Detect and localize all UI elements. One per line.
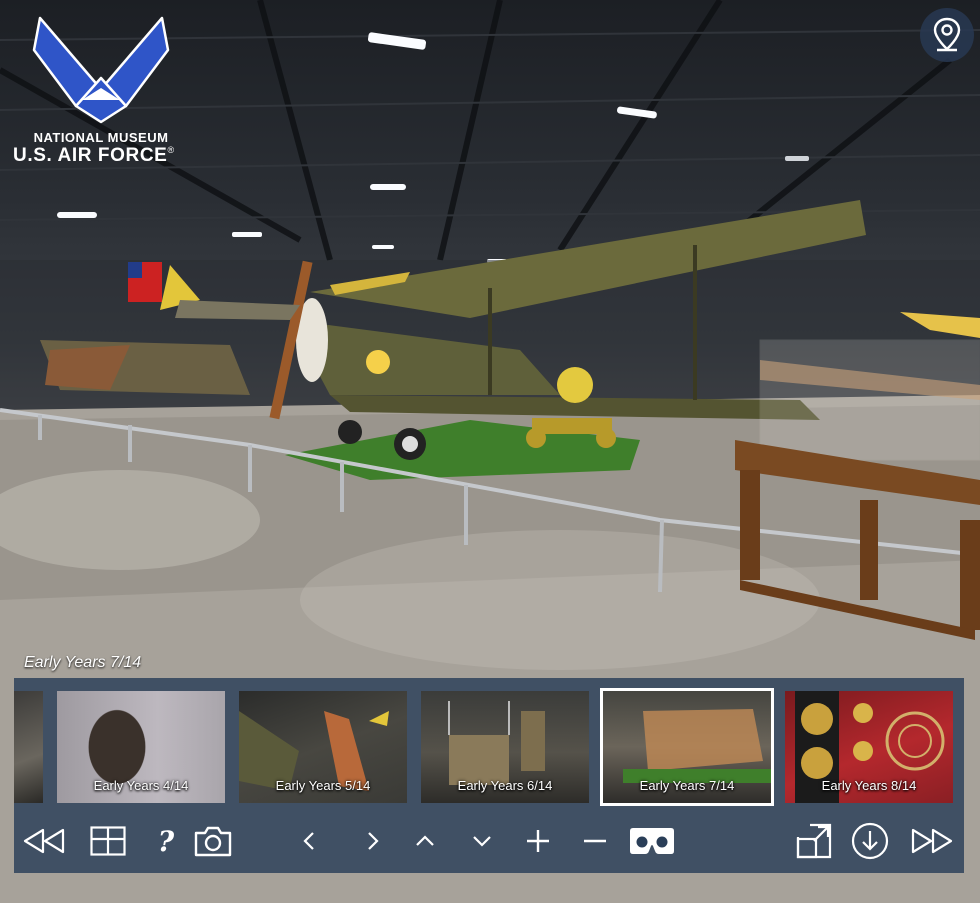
vr-headset-icon (630, 828, 674, 854)
map-pin-button[interactable] (920, 8, 974, 62)
thumbnail-early-years-5[interactable]: Early Years 5/14 (239, 691, 407, 803)
pan-left-button[interactable] (298, 818, 320, 864)
camera-button[interactable] (192, 818, 234, 864)
brand-line-1: NATIONAL MUSEUM (33, 130, 169, 145)
chevron-up-icon (416, 835, 434, 846)
current-scene-caption: Early Years 7/14 (24, 654, 142, 671)
zoom-out-button[interactable] (580, 818, 610, 864)
chevron-right-icon (368, 832, 379, 850)
air-force-wings-icon (32, 16, 170, 124)
thumbnail-label: Early Years 6/14 (457, 778, 553, 793)
download-button[interactable] (850, 818, 890, 864)
thumbnail-label: Early Years 4/14 (93, 778, 189, 793)
rewind-button[interactable] (20, 818, 66, 864)
rewind-icon (23, 828, 65, 854)
museum-logo: NATIONAL MUSEUM U.S. AIR FORCE® (10, 14, 210, 166)
thumbnail-label: Early Years 5/14 (275, 778, 371, 793)
chevron-down-icon (473, 836, 491, 847)
thumbnail-early-years-8[interactable]: Early Years 8/14 (785, 691, 953, 803)
zoom-in-button[interactable] (523, 818, 553, 864)
brand-line-2: U.S. AIR FORCE® (10, 145, 210, 167)
chevron-left-icon (303, 832, 314, 850)
minus-icon (584, 839, 606, 843)
help-button[interactable]: ? (152, 818, 180, 864)
fast-forward-icon (911, 828, 953, 854)
fullscreen-icon (796, 823, 832, 859)
thumbnail-early-years-7[interactable]: Early Years 7/14 (600, 688, 774, 806)
thumbnail-early-years-4[interactable]: Early Years 4/14 (57, 691, 225, 803)
grid-icon (90, 826, 126, 856)
pan-down-button[interactable] (469, 818, 495, 864)
thumbnail-early-years-6[interactable]: Early Years 6/14 (421, 691, 589, 803)
fast-forward-button[interactable] (910, 818, 956, 864)
vr-mode-button[interactable] (628, 818, 676, 864)
help-icon: ? (157, 824, 175, 858)
thumbnail-partial[interactable] (14, 691, 43, 803)
tour-bar: Early Years 4/14 Early Years 5/14 Early … (14, 678, 964, 873)
camera-icon (194, 826, 232, 857)
download-icon (851, 822, 889, 860)
thumbnail-label: Early Years 7/14 (639, 778, 735, 793)
panorama-viewer[interactable]: NATIONAL MUSEUM U.S. AIR FORCE® Early Ye… (0, 0, 980, 903)
fullscreen-button[interactable] (794, 818, 834, 864)
pan-up-button[interactable] (412, 818, 438, 864)
brand-line-2-text: U.S. AIR FORCE (13, 145, 168, 166)
registered-mark: ® (167, 145, 175, 155)
thumbnail-strip[interactable]: Early Years 4/14 Early Years 5/14 Early … (14, 688, 964, 806)
thumbnail-label: Early Years 8/14 (821, 778, 917, 793)
pan-right-button[interactable] (362, 818, 384, 864)
grid-button[interactable] (88, 818, 128, 864)
plus-icon (527, 830, 549, 852)
map-pin-icon (933, 17, 961, 52)
controls-bar: ? (14, 818, 964, 868)
